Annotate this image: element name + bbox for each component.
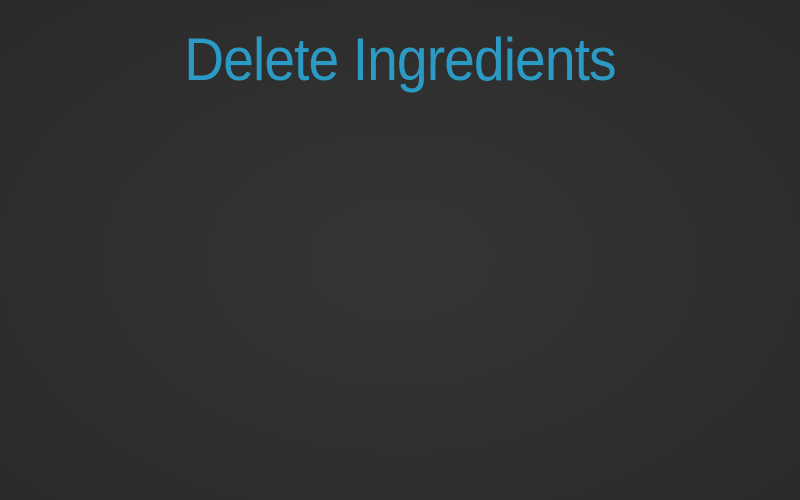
ingredients-content-area bbox=[0, 110, 800, 500]
delete-ingredients-screen: Delete Ingredients bbox=[0, 0, 800, 500]
page-title: Delete Ingredients bbox=[184, 26, 616, 93]
